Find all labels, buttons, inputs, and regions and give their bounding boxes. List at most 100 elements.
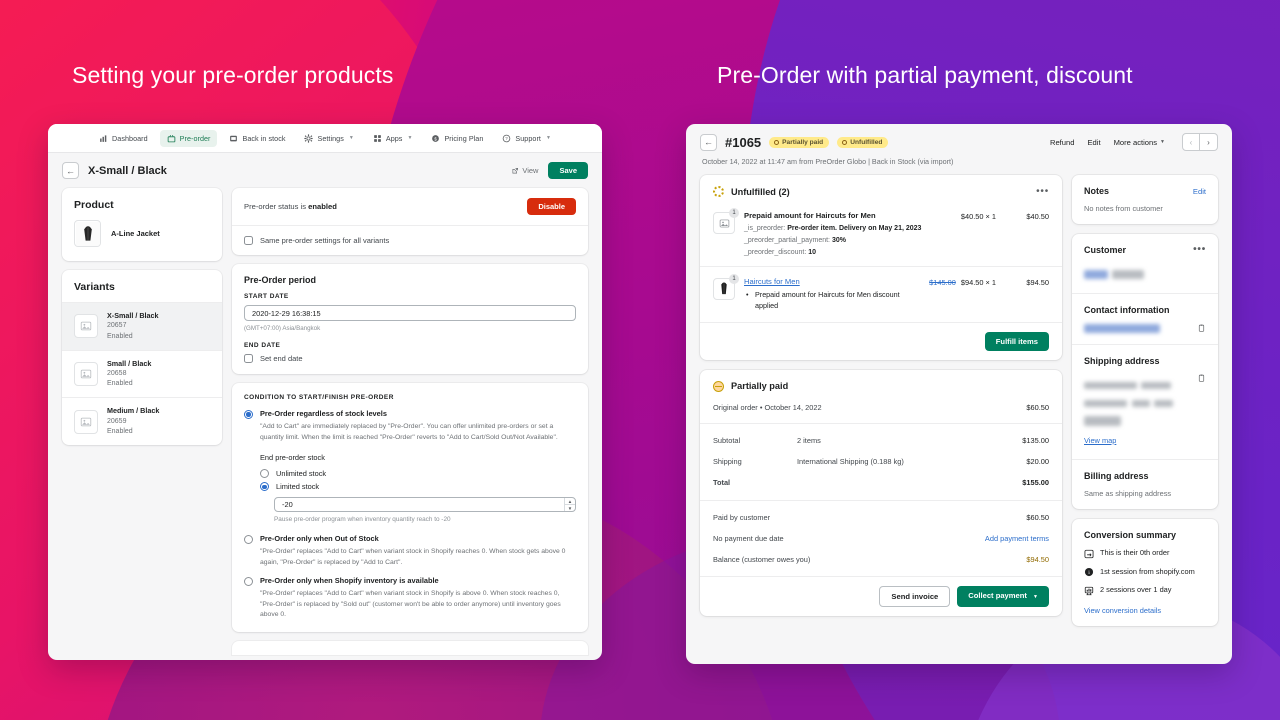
unfulfilled-icon [713,186,724,197]
image-placeholder-icon [74,362,98,387]
stepper-up-icon[interactable]: ▲ [565,498,575,506]
line-item-name: Prepaid amount for Haircuts for Men [744,211,876,220]
line-item-total: $40.50 [1026,212,1049,221]
limited-stock-stepper[interactable]: -20 ▲ ▼ [274,497,576,513]
refund-button[interactable]: Refund [1050,138,1075,147]
send-invoice-button[interactable]: Send invoice [879,585,951,607]
same-settings-checkbox[interactable] [244,236,253,245]
previous-order-button[interactable]: ‹ [1182,133,1200,151]
notes-edit-link[interactable]: Edit [1193,187,1206,196]
disable-button[interactable]: Disable [527,198,576,215]
shipping-line: Tokyo [1131,400,1150,407]
timezone-hint: (GMT+07:00) Asia/Bangkok [244,325,321,332]
shipping-detail: International Shipping (0.188 kg) [797,456,904,466]
radio-regardless-of-stock[interactable] [244,410,253,419]
shipping-line: Nichihara [1141,382,1171,389]
set-end-date-row[interactable]: Set end date [232,354,588,374]
radio-out-of-stock[interactable] [244,535,253,545]
conversion-row: i 1st session from shopify.com [1084,567,1206,578]
radio-limited-stock[interactable] [260,482,269,492]
nav-item-apps[interactable]: Apps ▼ [366,130,420,147]
subtotal-detail: 2 items [797,435,821,445]
nav-item-support[interactable]: ? Support ▼ [495,130,558,147]
payment-due-label: No payment due date [713,533,784,543]
subtotal-row: Subtotal 2 items $135.00 [700,434,1062,455]
customer-more-icon[interactable]: ••• [1193,245,1206,255]
nav-item-pricing-plan[interactable]: $ Pricing Plan [424,130,490,147]
customer-heading: Customer [1084,245,1127,255]
view-map-link[interactable]: View map [1084,436,1116,445]
contact-email-redacted[interactable]: kmnuller.vn@gmail.com [1084,324,1161,333]
payment-header: Partially paid [700,370,1062,401]
customer-heading-row: Customer ••• [1084,245,1206,256]
customer-orders-redacted: No orders [1112,270,1144,279]
heading-right: Pre-Order with partial payment, discount [717,62,1133,88]
gear-icon [304,133,314,143]
image-placeholder-icon [74,314,98,339]
shipping-label: Shipping [713,456,742,466]
fulfill-items-button[interactable]: Fulfill items [984,331,1049,351]
coin-icon: $ [432,134,440,142]
condition-option-3-desc: "Pre-Order" replaces "Add to Cart" when … [260,589,561,619]
condition-option-2[interactable]: Pre-Order only when Out of Stock [232,531,588,545]
order-pager[interactable]: ‹ › [1182,133,1218,151]
order-header: ← #1065 Partially paid Unfulfilled Refun… [686,124,1232,166]
stepper-arrows[interactable]: ▲ ▼ [564,498,575,512]
condition-card: CONDITION TO START/FINISH PRE-ORDER Pre-… [232,383,588,633]
variant-row[interactable]: X-Small / Black 20657 Enabled [62,302,222,350]
variant-row[interactable]: Medium / Black 20659 Enabled [62,397,222,445]
shipping-line: Kobayas Dietrich [1084,382,1137,389]
property-key: _is_preorder: [744,225,786,232]
condition-option-label: Pre-Order regardless of stock levels [260,409,387,418]
nav-item-pre-order[interactable]: Pre-order [159,129,218,147]
copy-icon[interactable] [1197,374,1206,383]
same-settings-label: Same pre-order settings for all variants [260,236,390,245]
condition-option-2-desc: "Pre-Order" replaces "Add to Cart" when … [260,548,566,567]
original-order-amount: $60.50 [1026,402,1049,412]
copy-icon[interactable] [1197,324,1206,333]
line-item-compare-price: $145.00 [929,278,956,287]
start-date-input[interactable]: 2020-12-29 16:38:15 [244,305,576,321]
more-actions-button[interactable]: More actions ▼ [1114,138,1165,147]
same-settings-row[interactable]: Same pre-order settings for all variants [232,225,588,255]
view-conversion-details-link[interactable]: View conversion details [1084,606,1206,615]
fulfillment-more-icon[interactable]: ••• [1036,186,1049,196]
customer-name-redacted[interactable]: Ly Linh [1084,270,1108,279]
nav-item-dashboard[interactable]: Dashboard [92,130,155,147]
order-back-button[interactable]: ← [700,133,717,151]
shopify-order-window: ← #1065 Partially paid Unfulfilled Refun… [686,124,1232,664]
nav-item-back-in-stock[interactable]: Back in stock [222,130,292,147]
notes-heading-row: Notes Edit [1084,186,1206,196]
paid-by-customer-row: Paid by customer $60.50 [700,511,1062,532]
stock-option-limited[interactable]: Limited stock [232,478,588,492]
next-order-button[interactable]: › [1200,133,1218,151]
radio-unlimited-stock[interactable] [260,469,269,479]
view-link[interactable]: View [511,166,538,175]
line-item-product-link[interactable]: Haircuts for Men [744,277,920,286]
save-button[interactable]: Save [548,162,588,179]
order-meta: October 14, 2022 at 11:47 am from PreOrd… [702,157,954,166]
collect-payment-button[interactable]: Collect payment ▼ [957,585,1049,607]
add-payment-terms-link[interactable]: Add payment terms [985,534,1049,543]
nav-item-settings[interactable]: Settings ▼ [297,130,360,147]
set-end-date-checkbox[interactable] [244,354,253,363]
variant-row[interactable]: Small / Black 20658 Enabled [62,349,222,398]
more-actions-label: More actions [1113,137,1158,147]
order-number: #1065 [725,134,762,150]
condition-option-3[interactable]: Pre-Order only when Shopify inventory is… [232,573,588,586]
product-name: A-Line Jacket [111,229,160,238]
variant-status: Enabled [107,380,133,388]
back-button[interactable]: ← [62,162,79,179]
total-amount: $155.00 [1022,477,1049,487]
product-row[interactable]: A-Line Jacket [62,220,222,261]
stepper-down-icon[interactable]: ▼ [565,505,575,511]
edit-button[interactable]: Edit [1087,138,1100,147]
badge-dot-icon [842,139,848,145]
variant-name: Medium / Black [107,406,160,416]
stock-option-unlimited[interactable]: Unlimited stock [232,465,588,479]
end-date-label: END DATE [244,342,281,349]
badge-label: Partially paid [782,138,824,146]
variants-card-heading: Variants [74,281,115,293]
condition-option-1[interactable]: Pre-Order regardless of stock levels [232,406,588,419]
radio-inventory-available[interactable] [244,576,253,586]
